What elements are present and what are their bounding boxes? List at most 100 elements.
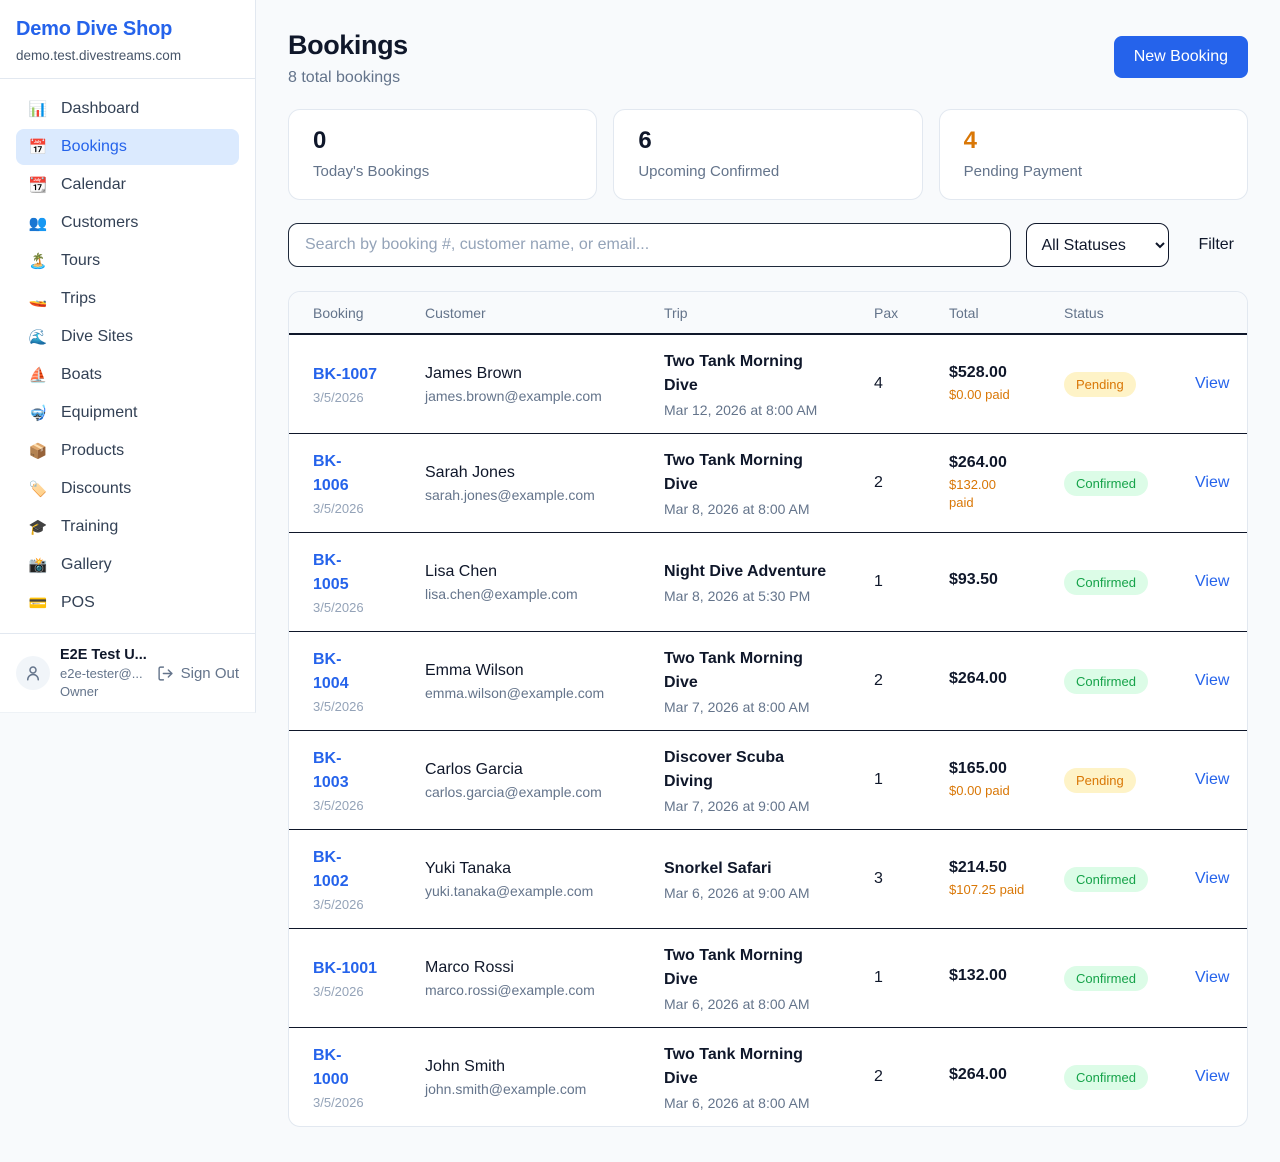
stat-label: Upcoming Confirmed <box>638 163 897 180</box>
pax-cell: 2 <box>874 1068 949 1086</box>
sidebar-item-label: Dashboard <box>61 100 139 118</box>
booking-id-link[interactable]: BK-1001 <box>313 957 425 981</box>
pax-cell: 1 <box>874 969 949 987</box>
pax-cell: 1 <box>874 573 949 591</box>
table-row: BK-1007 3/5/2026 James Brown james.brown… <box>289 334 1247 433</box>
view-link[interactable]: View <box>1195 771 1229 788</box>
actions-cell: View <box>1195 870 1229 888</box>
booking-date: 3/5/2026 <box>313 897 425 912</box>
stat-card-todays-bookings: 0 Today's Bookings <box>288 109 597 200</box>
booking-id-link[interactable]: BK-1003 <box>313 747 357 795</box>
status-badge: Confirmed <box>1064 867 1148 892</box>
sidebar-item-calendar[interactable]: 📆 Calendar <box>16 167 239 203</box>
shop-domain: demo.test.divestreams.com <box>16 48 239 63</box>
booking-id-link[interactable]: BK-1007 <box>313 363 425 387</box>
actions-cell: View <box>1195 672 1229 690</box>
customer-name: Emma Wilson <box>425 662 664 680</box>
trip-name: Two Tank Morning Dive <box>664 449 828 497</box>
trip-name: Snorkel Safari <box>664 857 828 881</box>
customer-email: emma.wilson@example.com <box>425 685 664 701</box>
sidebar-item-dashboard[interactable]: 📊 Dashboard <box>16 91 239 127</box>
calendar-icon: 📅 <box>28 138 48 156</box>
sidebar-item-discounts[interactable]: 🏷️ Discounts <box>16 471 239 507</box>
stat-value: 4 <box>964 127 1223 155</box>
pax-cell: 4 <box>874 375 949 393</box>
booking-cell: BK-1003 3/5/2026 <box>313 747 425 813</box>
sidebar-item-products[interactable]: 📦 Products <box>16 433 239 469</box>
status-cell: Confirmed <box>1064 471 1195 496</box>
sidebar-item-gallery[interactable]: 📸 Gallery <box>16 547 239 583</box>
view-link[interactable]: View <box>1195 969 1229 986</box>
user-icon <box>24 664 42 682</box>
view-link[interactable]: View <box>1195 474 1229 491</box>
total-amount: $93.50 <box>949 571 1064 589</box>
filter-controls: All Statuses Filter <box>288 223 1248 267</box>
pax-cell: 2 <box>874 672 949 690</box>
customer-cell: Marco Rossi marco.rossi@example.com <box>425 959 664 998</box>
sign-out-button[interactable]: Sign Out <box>157 665 239 682</box>
total-cell: $165.00 $0.00 paid <box>949 760 1064 800</box>
wave-icon: 🌊 <box>28 328 48 346</box>
sidebar-item-boats[interactable]: ⛵ Boats <box>16 357 239 393</box>
view-link[interactable]: View <box>1195 672 1229 689</box>
user-email: e2e-tester@... <box>60 666 147 681</box>
bar-chart-icon: 📊 <box>28 100 48 118</box>
booking-id-link[interactable]: BK-1000 <box>313 1044 357 1092</box>
trip-datetime: Mar 7, 2026 at 9:00 AM <box>664 798 874 814</box>
customer-name: Lisa Chen <box>425 563 664 581</box>
view-link[interactable]: View <box>1195 870 1229 887</box>
status-cell: Confirmed <box>1064 669 1195 694</box>
new-booking-button[interactable]: New Booking <box>1114 36 1248 78</box>
status-badge: Confirmed <box>1064 1065 1148 1090</box>
sidebar-item-tours[interactable]: 🏝️ Tours <box>16 243 239 279</box>
trip-name: Two Tank Morning Dive <box>664 350 828 398</box>
total-amount: $132.00 <box>949 967 1064 985</box>
sidebar-item-label: Gallery <box>61 556 112 574</box>
customer-cell: Sarah Jones sarah.jones@example.com <box>425 464 664 503</box>
credit-card-icon: 💳 <box>28 594 48 612</box>
stats-row: 0 Today's Bookings 6 Upcoming Confirmed … <box>288 109 1248 200</box>
package-icon: 📦 <box>28 442 48 460</box>
sidebar-item-training[interactable]: 🎓 Training <box>16 509 239 545</box>
filter-button[interactable]: Filter <box>1184 236 1248 254</box>
booking-id-link[interactable]: BK-1006 <box>313 450 357 498</box>
column-header-pax: Pax <box>874 305 949 321</box>
sidebar-item-label: Bookings <box>61 138 127 156</box>
sidebar-item-bookings[interactable]: 📅 Bookings <box>16 129 239 165</box>
total-cell: $264.00 <box>949 670 1064 692</box>
sidebar-item-label: Tours <box>61 252 100 270</box>
sidebar-item-equipment[interactable]: 🤿 Equipment <box>16 395 239 431</box>
trip-name: Two Tank Morning Dive <box>664 647 828 695</box>
booking-id-link[interactable]: BK-1002 <box>313 846 357 894</box>
view-link[interactable]: View <box>1195 1068 1229 1085</box>
sidebar-item-pos[interactable]: 💳 POS <box>16 585 239 621</box>
status-filter-select[interactable]: All Statuses <box>1026 223 1169 267</box>
booking-cell: BK-1002 3/5/2026 <box>313 846 425 912</box>
user-name: E2E Test U... <box>60 647 147 663</box>
customer-email: marco.rossi@example.com <box>425 982 664 998</box>
sidebar-item-trips[interactable]: 🚤 Trips <box>16 281 239 317</box>
status-badge: Confirmed <box>1064 570 1148 595</box>
booking-id-link[interactable]: BK-1005 <box>313 549 357 597</box>
stat-value: 0 <box>313 127 572 155</box>
status-badge: Confirmed <box>1064 471 1148 496</box>
total-cell: $264.00 <box>949 1066 1064 1088</box>
status-badge: Pending <box>1064 768 1136 793</box>
sidebar-item-customers[interactable]: 👥 Customers <box>16 205 239 241</box>
trip-cell: Snorkel Safari Mar 6, 2026 at 9:00 AM <box>664 857 874 901</box>
trip-cell: Two Tank Morning Dive Mar 7, 2026 at 8:0… <box>664 647 874 715</box>
booking-cell: BK-1001 3/5/2026 <box>313 957 425 999</box>
booking-id-link[interactable]: BK-1004 <box>313 648 357 696</box>
user-role: Owner <box>60 684 147 699</box>
customer-cell: John Smith john.smith@example.com <box>425 1058 664 1097</box>
booking-cell: BK-1004 3/5/2026 <box>313 648 425 714</box>
search-input[interactable] <box>288 223 1011 267</box>
stat-value: 6 <box>638 127 897 155</box>
view-link[interactable]: View <box>1195 375 1229 392</box>
page-header: Bookings 8 total bookings New Booking <box>288 30 1248 87</box>
sidebar-item-dive-sites[interactable]: 🌊 Dive Sites <box>16 319 239 355</box>
trip-cell: Two Tank Morning Dive Mar 6, 2026 at 8:0… <box>664 1043 874 1111</box>
view-link[interactable]: View <box>1195 573 1229 590</box>
customer-name: James Brown <box>425 365 664 383</box>
column-header-customer: Customer <box>425 305 664 321</box>
